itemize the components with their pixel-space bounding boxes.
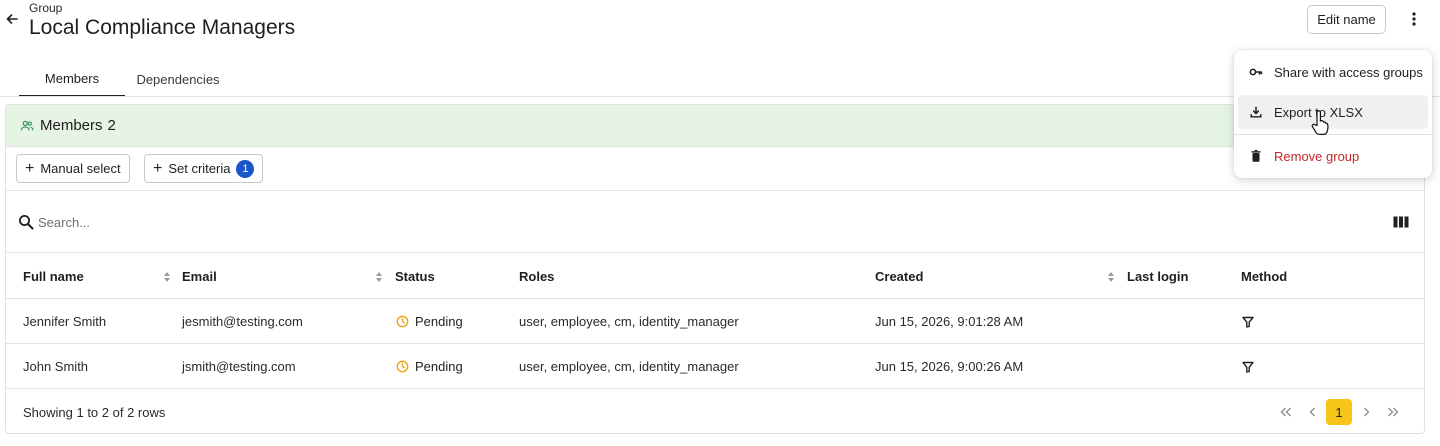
set-criteria-button[interactable]: + Set criteria 1 xyxy=(144,154,264,183)
plus-icon: + xyxy=(25,159,35,177)
pagination-info: Showing 1 to 2 of 2 rows xyxy=(23,404,166,420)
clock-icon xyxy=(396,315,409,328)
cell-email: jesmith@testing.com xyxy=(182,314,303,329)
kebab-icon xyxy=(1412,12,1416,26)
current-page-button[interactable]: 1 xyxy=(1326,399,1352,425)
double-chevron-left-icon xyxy=(1280,407,1291,417)
edit-name-button[interactable]: Edit name xyxy=(1307,5,1386,34)
last-page-button[interactable] xyxy=(1380,399,1406,425)
download-icon xyxy=(1250,106,1262,118)
cell-method xyxy=(1242,344,1254,389)
cell-full-name: John Smith xyxy=(23,359,89,374)
clock-icon xyxy=(396,360,409,373)
status-label: Pending xyxy=(415,314,463,329)
first-page-button[interactable] xyxy=(1273,399,1299,425)
members-header: Members 2 xyxy=(6,105,1424,147)
more-options-menu: Share with access groups Export to XLSX … xyxy=(1234,50,1432,178)
table-row[interactable]: Jennifer Smith jesmith@testing.com Pendi… xyxy=(6,299,1424,344)
trash-icon xyxy=(1251,150,1261,162)
hand-pointer-icon xyxy=(1311,110,1329,135)
sort-icon[interactable] xyxy=(163,271,171,283)
sort-icon[interactable] xyxy=(1107,271,1115,283)
table-row[interactable]: John Smith jsmith@testing.com Pending us… xyxy=(6,344,1424,389)
table-header: Full name Email Status Roles Created Las… xyxy=(6,253,1424,299)
tab-dependencies[interactable]: Dependencies xyxy=(125,62,231,97)
cell-roles: user, employee, cm, identity_manager xyxy=(519,359,739,374)
column-header-created[interactable]: Created xyxy=(875,253,923,299)
column-header-full-name[interactable]: Full name xyxy=(23,253,84,299)
manual-select-button[interactable]: + Manual select xyxy=(16,154,130,183)
menu-item-share[interactable]: Share with access groups xyxy=(1238,55,1428,89)
cell-method xyxy=(1242,299,1254,344)
manual-select-label: Manual select xyxy=(40,161,121,176)
status-label: Pending xyxy=(415,359,463,374)
page-title: Local Compliance Managers xyxy=(29,16,296,39)
cell-status: Pending xyxy=(396,299,463,344)
cell-created: Jun 15, 2026, 9:00:26 AM xyxy=(875,359,1024,374)
members-toolbar: + Manual select + Set criteria 1 xyxy=(6,147,1424,191)
column-header-last-login: Last login xyxy=(1127,268,1189,284)
set-criteria-label: Set criteria xyxy=(168,161,231,176)
double-chevron-right-icon xyxy=(1388,407,1399,417)
cell-email: jsmith@testing.com xyxy=(182,359,296,374)
tab-bar: Members Dependencies xyxy=(19,62,231,97)
members-heading: Members xyxy=(40,117,103,134)
more-options-button[interactable] xyxy=(1403,8,1425,30)
column-header-roles: Roles xyxy=(519,268,555,284)
plus-icon: + xyxy=(153,159,163,177)
search-input[interactable] xyxy=(38,211,538,233)
filter-icon xyxy=(1242,361,1254,373)
chevron-left-icon xyxy=(1309,407,1315,417)
filter-icon xyxy=(1242,316,1254,328)
menu-item-export-xlsx[interactable]: Export to XLSX xyxy=(1238,95,1428,129)
prev-page-button[interactable] xyxy=(1300,399,1326,425)
page-eyebrow: Group xyxy=(29,1,63,15)
people-icon xyxy=(20,120,34,130)
criteria-count-badge: 1 xyxy=(236,159,255,178)
cell-roles: user, employee, cm, identity_manager xyxy=(519,314,739,329)
chevron-right-icon xyxy=(1364,407,1370,417)
sort-icon[interactable] xyxy=(375,271,383,283)
table-footer: Showing 1 to 2 of 2 rows 1 xyxy=(6,389,1424,433)
column-header-method: Method xyxy=(1241,268,1288,284)
back-arrow-icon[interactable] xyxy=(4,11,20,27)
menu-item-label: Share with access groups xyxy=(1274,64,1423,80)
key-icon xyxy=(1249,68,1263,76)
search-bar xyxy=(6,191,1424,253)
tab-divider xyxy=(0,96,1440,97)
members-card: Members 2 + Manual select + Set criteria… xyxy=(5,104,1425,434)
tab-members[interactable]: Members xyxy=(19,62,125,97)
cell-full-name: Jennifer Smith xyxy=(23,314,107,329)
columns-icon[interactable] xyxy=(1392,213,1410,231)
menu-item-remove-group[interactable]: Remove group xyxy=(1238,139,1428,173)
cell-created: Jun 15, 2026, 9:01:28 AM xyxy=(875,314,1024,329)
menu-divider xyxy=(1234,134,1432,135)
column-header-email[interactable]: Email xyxy=(182,253,217,299)
column-header-status: Status xyxy=(395,268,435,284)
members-count: 2 xyxy=(107,117,116,134)
search-icon xyxy=(19,215,34,230)
cell-status: Pending xyxy=(396,344,463,389)
next-page-button[interactable] xyxy=(1353,399,1379,425)
menu-item-label: Remove group xyxy=(1274,148,1360,164)
